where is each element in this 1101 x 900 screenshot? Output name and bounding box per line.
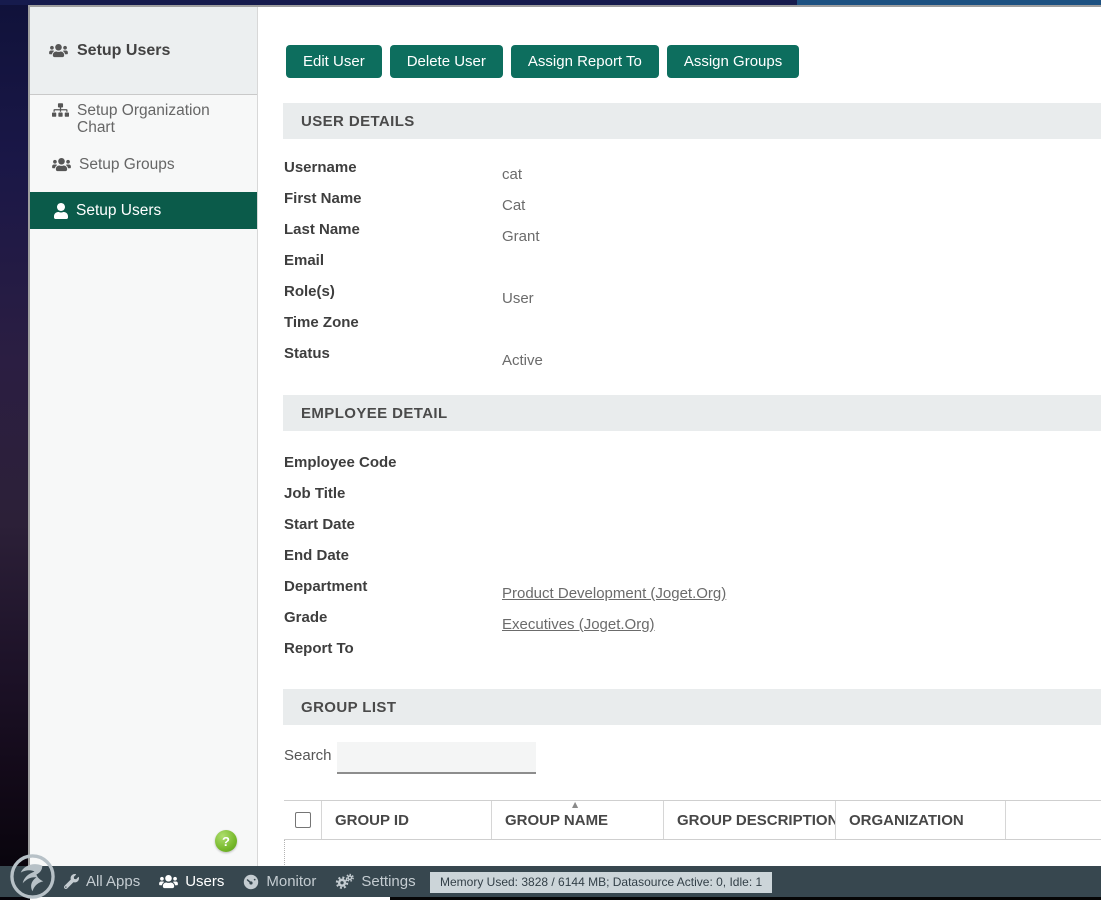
select-all-checkbox[interactable] xyxy=(295,812,311,828)
gears-icon xyxy=(335,873,354,890)
joget-logo[interactable] xyxy=(9,853,56,900)
column-header-group-description[interactable]: GROUP DESCRIPTION xyxy=(664,801,836,839)
field-row: Status Active xyxy=(284,345,984,376)
field-row: Username cat xyxy=(284,159,984,190)
sidebar: Setup Users Setup Organization Chart Set… xyxy=(30,7,258,866)
memory-status-badge: Memory Used: 3828 / 6144 MB; Datasource … xyxy=(430,872,772,893)
field-row: Job Title xyxy=(284,485,984,516)
nav-item-users[interactable]: Users xyxy=(159,873,224,890)
user-details-fields: Username cat First Name Cat Last Name Gr… xyxy=(284,159,984,376)
users-group-icon xyxy=(49,43,68,58)
group-list-header: GROUP LIST xyxy=(283,689,1101,725)
field-value-roles: User xyxy=(502,290,534,307)
field-label: Job Title xyxy=(284,485,345,502)
group-table-header: GROUP ID GROUP NAME GROUP DESCRIPTION OR… xyxy=(284,800,1101,840)
column-header-group-id[interactable]: GROUP ID xyxy=(322,801,492,839)
field-row: End Date xyxy=(284,547,984,578)
employee-detail-fields: Employee Code Job Title Start Date End D… xyxy=(284,454,984,671)
gauge-icon xyxy=(243,874,259,890)
toolbar: Edit User Delete User Assign Report To A… xyxy=(286,45,799,78)
edit-user-button[interactable]: Edit User xyxy=(286,45,382,78)
nav-item-settings[interactable]: Settings xyxy=(335,873,415,890)
question-mark: ? xyxy=(222,834,230,849)
field-label: Start Date xyxy=(284,516,355,533)
field-label: Employee Code xyxy=(284,454,397,471)
bottom-nav: All Apps Users Monitor Settings xyxy=(64,866,416,897)
field-label: Last Name xyxy=(284,221,360,238)
nav-item-label: Users xyxy=(185,873,224,890)
bottom-bar: All Apps Users Monitor Settings xyxy=(0,866,1101,897)
field-label: Report To xyxy=(284,640,354,657)
nav-item-label: Monitor xyxy=(266,873,316,890)
table-body-edge xyxy=(284,840,285,865)
delete-user-button[interactable]: Delete User xyxy=(390,45,503,78)
search-label: Search xyxy=(284,747,332,764)
nav-item-all-apps[interactable]: All Apps xyxy=(64,873,140,890)
sidebar-header: Setup Users xyxy=(30,7,257,95)
select-all-cell xyxy=(284,801,322,839)
section-title: EMPLOYEE DETAIL xyxy=(301,405,448,422)
sidebar-item-label: Setup Users xyxy=(76,202,161,219)
field-value-last-name: Grant xyxy=(502,228,540,245)
employee-detail-header: EMPLOYEE DETAIL xyxy=(283,395,1101,431)
nav-item-label: All Apps xyxy=(86,873,140,890)
field-label: First Name xyxy=(284,190,362,207)
section-title: GROUP LIST xyxy=(301,699,396,716)
field-row: Last Name Grant xyxy=(284,221,984,252)
user-icon xyxy=(54,203,68,219)
field-label: Email xyxy=(284,252,324,269)
field-row: Start Date xyxy=(284,516,984,547)
field-row: Department Product Development (Joget.Or… xyxy=(284,578,984,609)
department-link[interactable]: Product Development (Joget.Org) xyxy=(502,585,726,602)
field-value-status: Active xyxy=(502,352,543,369)
column-header-organization[interactable]: ORGANIZATION xyxy=(836,801,1006,839)
field-label: End Date xyxy=(284,547,349,564)
field-label: Role(s) xyxy=(284,283,335,300)
nav-item-label: Settings xyxy=(361,873,415,890)
field-label: Department xyxy=(284,578,367,595)
field-label: Username xyxy=(284,159,357,176)
assign-report-to-button[interactable]: Assign Report To xyxy=(511,45,659,78)
assign-groups-button[interactable]: Assign Groups xyxy=(667,45,799,78)
section-title: USER DETAILS xyxy=(301,113,415,130)
column-header-group-name[interactable]: GROUP NAME xyxy=(492,801,664,839)
sidebar-header-label: Setup Users xyxy=(77,42,170,60)
sidebar-item-setup-groups[interactable]: Setup Groups xyxy=(30,154,257,175)
sidebar-item-label: Setup Groups xyxy=(79,156,175,173)
field-row: Time Zone xyxy=(284,314,984,345)
nav-item-monitor[interactable]: Monitor xyxy=(243,873,316,890)
grade-link[interactable]: Executives (Joget.Org) xyxy=(502,616,655,633)
sidebar-item-label: Setup Organization Chart xyxy=(77,102,235,136)
column-header-empty xyxy=(1006,801,1101,839)
field-label: Time Zone xyxy=(284,314,359,331)
user-details-header: USER DETAILS xyxy=(283,103,1101,139)
org-chart-icon xyxy=(52,103,69,117)
field-value-first-name: Cat xyxy=(502,197,525,214)
field-label: Grade xyxy=(284,609,327,626)
field-label: Status xyxy=(284,345,330,362)
sidebar-item-setup-organization-chart[interactable]: Setup Organization Chart xyxy=(30,100,257,138)
help-button[interactable]: ? xyxy=(215,830,237,852)
field-row: Email xyxy=(284,252,984,283)
field-row: First Name Cat xyxy=(284,190,984,221)
field-row: Grade Executives (Joget.Org) xyxy=(284,609,984,640)
sidebar-item-setup-users[interactable]: Setup Users xyxy=(30,192,257,229)
users-group-icon xyxy=(159,874,178,889)
screen: Setup Users Setup Organization Chart Set… xyxy=(0,0,1101,900)
wrench-icon xyxy=(64,874,79,889)
field-value-username: cat xyxy=(502,166,522,183)
group-search-input[interactable] xyxy=(337,742,536,774)
users-group-icon xyxy=(52,157,71,172)
field-row: Role(s) User xyxy=(284,283,984,314)
desktop-wallpaper xyxy=(0,0,30,900)
field-row: Employee Code xyxy=(284,454,984,485)
field-row: Report To xyxy=(284,640,984,671)
